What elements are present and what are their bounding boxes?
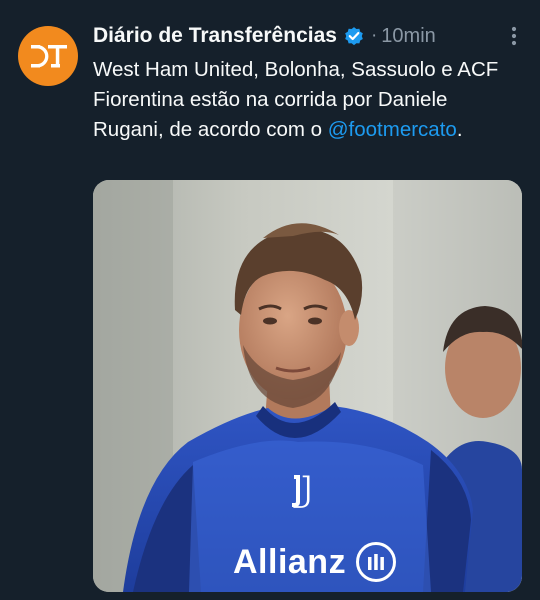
author-name[interactable]: Diário de Transferências — [93, 24, 337, 48]
player-photo — [93, 180, 522, 592]
tweet-timestamp[interactable]: 10min — [381, 25, 435, 48]
author-avatar[interactable] — [18, 26, 78, 86]
time-separator: · — [370, 25, 378, 46]
tweet-header: Diário de Transferências · 10min — [93, 22, 518, 50]
avatar-logo — [31, 45, 67, 68]
verified-badge-icon — [343, 25, 365, 47]
tweet-photo[interactable]: Allianz — [93, 180, 522, 592]
sponsor-logo: Allianz — [233, 542, 397, 582]
tweet-text-end: . — [456, 118, 463, 141]
tweet-text: West Ham United, Bolonha, Sassuolo e ACF… — [93, 55, 513, 145]
sponsor-text: Allianz — [233, 542, 347, 581]
mention-link[interactable]: @footmercato — [328, 118, 457, 141]
more-options-icon[interactable] — [502, 24, 526, 48]
sponsor-emblem-icon — [356, 542, 397, 582]
